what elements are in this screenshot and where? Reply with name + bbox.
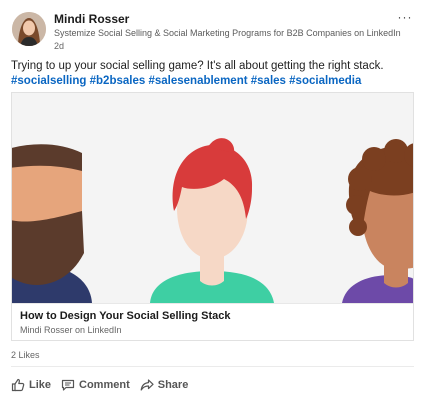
feed-post: Mindi Rosser Systemize Social Selling & … [0, 0, 426, 400]
share-icon [140, 379, 154, 391]
avatar[interactable] [12, 12, 46, 46]
like-label: Like [29, 379, 52, 391]
hashtag[interactable]: #socialselling [11, 75, 86, 87]
article-source: Mindi Rosser on LinkedIn [20, 325, 122, 335]
post-time: 2d [54, 41, 65, 51]
like-button[interactable]: Like [11, 378, 51, 392]
hashtag[interactable]: #salesenablement [148, 75, 247, 87]
likes-count[interactable]: 2 Likes [11, 350, 40, 360]
article-title[interactable]: How to Design Your Social Selling Stack [20, 310, 230, 322]
divider [11, 366, 414, 367]
share-label: Share [157, 379, 189, 391]
hashtag-list: #socialselling #b2bsales #salesenablemen… [11, 74, 416, 88]
post-header: Mindi Rosser Systemize Social Selling & … [12, 10, 414, 52]
post-body: Trying to up your social selling game? I… [11, 59, 416, 88]
share-button[interactable]: Share [140, 378, 189, 392]
comment-label: Comment [79, 379, 130, 391]
article-card[interactable]: How to Design Your Social Selling Stack … [11, 92, 414, 341]
more-icon[interactable]: ··· [396, 10, 414, 24]
article-caption[interactable]: How to Design Your Social Selling Stack … [12, 303, 413, 340]
comment-icon [61, 379, 75, 391]
hashtag[interactable]: #b2bsales [90, 75, 146, 87]
hashtag[interactable]: #socialmedia [289, 75, 361, 87]
bearded-person-illustration [12, 144, 92, 303]
author-name[interactable]: Mindi Rosser [54, 12, 129, 26]
hashtag[interactable]: #sales [251, 75, 286, 87]
social-actions-bar: Like Comment Share [11, 376, 198, 394]
article-image[interactable] [12, 93, 413, 303]
author-headline: Systemize Social Selling & Social Market… [54, 28, 401, 38]
comment-button[interactable]: Comment [61, 378, 130, 392]
like-icon [11, 378, 25, 392]
post-text: Trying to up your social selling game? I… [11, 60, 384, 72]
